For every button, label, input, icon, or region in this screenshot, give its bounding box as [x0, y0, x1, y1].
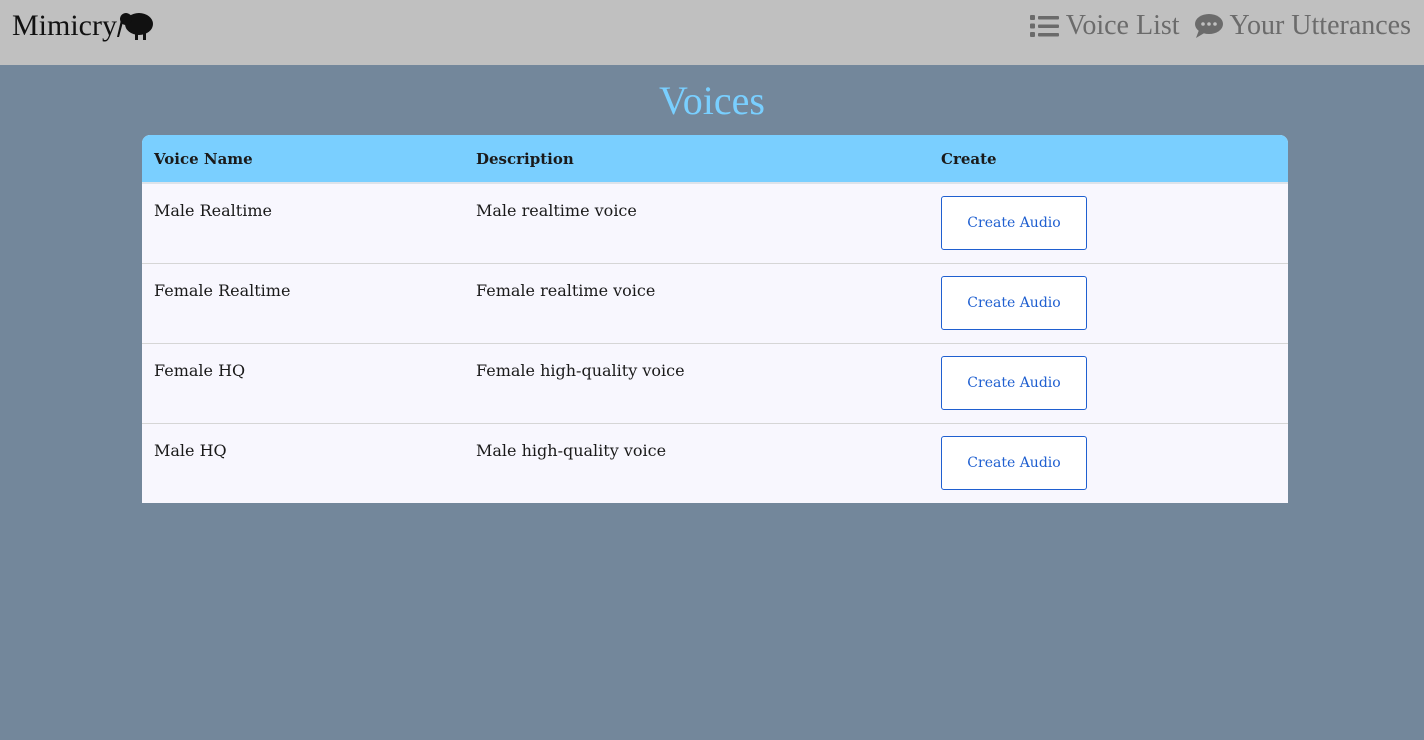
- column-header-create: Create: [929, 135, 1288, 184]
- voices-table: Voice Name Description Create Male Realt…: [142, 135, 1288, 503]
- create-audio-button[interactable]: Create Audio: [941, 196, 1087, 250]
- voice-description-cell: Female high-quality voice: [476, 360, 685, 380]
- create-cell: Create Audio: [929, 183, 1288, 263]
- table-row: Male Realtime Male realtime voice Create…: [142, 183, 1288, 263]
- create-audio-button[interactable]: Create Audio: [941, 355, 1087, 410]
- speech-bubble-icon: [1194, 14, 1223, 38]
- top-navbar: Mimicry Voice List Your Utterances: [0, 0, 1424, 65]
- nav-voice-list-label: Voice List: [1065, 10, 1180, 41]
- table-header-row: Voice Name Description Create: [142, 135, 1288, 184]
- table-row: Female HQ Female high-quality voice Crea…: [142, 343, 1288, 423]
- voice-name-cell: Female HQ: [154, 360, 246, 380]
- voice-name-cell: Male HQ: [154, 440, 227, 460]
- table-row: Male HQ Male high-quality voice Create A…: [142, 423, 1288, 503]
- column-header-voice-name: Voice Name: [142, 135, 464, 184]
- main-nav: Voice List Your Utterances: [1029, 8, 1411, 44]
- voice-name-cell: Female Realtime: [154, 280, 291, 300]
- brand-name: Mimicry: [12, 9, 117, 42]
- list-icon: [1029, 15, 1059, 37]
- create-cell: Create Audio: [929, 343, 1288, 423]
- create-audio-button[interactable]: Create Audio: [941, 275, 1087, 330]
- column-header-description: Description: [464, 135, 929, 184]
- create-cell: Create Audio: [929, 263, 1288, 343]
- create-cell: Create Audio: [929, 423, 1288, 503]
- voice-description-cell: Male realtime voice: [476, 201, 637, 220]
- table-row: Female Realtime Female realtime voice Cr…: [142, 263, 1288, 343]
- nav-voice-list[interactable]: Voice List: [1029, 8, 1180, 44]
- create-audio-button[interactable]: Create Audio: [941, 435, 1087, 490]
- voice-description-cell: Female realtime voice: [476, 280, 656, 300]
- nav-your-utterances[interactable]: Your Utterances: [1194, 8, 1411, 44]
- kiwi-bird-icon: [117, 13, 153, 40]
- brand[interactable]: Mimicry: [12, 6, 155, 46]
- nav-your-utterances-label: Your Utterances: [1229, 10, 1411, 41]
- page-title: Voices: [659, 78, 765, 123]
- voice-name-cell: Male Realtime: [154, 201, 272, 220]
- voice-description-cell: Male high-quality voice: [476, 440, 667, 460]
